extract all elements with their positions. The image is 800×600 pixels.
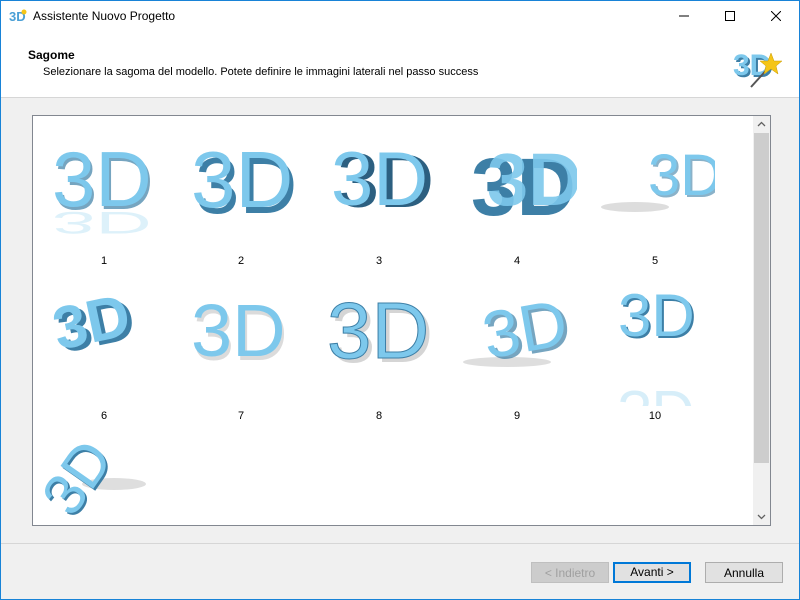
shape-label: 2 [237, 255, 245, 267]
shape-preview-icon: 3D 3D [191, 135, 297, 230]
maximize-button[interactable] [707, 1, 753, 31]
shape-label: 10 [648, 410, 662, 422]
shape-preview-icon: 3D 3D 3D [327, 286, 434, 380]
shape-label: 4 [513, 255, 521, 267]
close-icon [771, 11, 781, 21]
shape-preview-icon: 3D 3D [463, 285, 576, 375]
shape-item-6[interactable]: 3D 3D 6 [44, 276, 164, 424]
scroll-down-button[interactable] [753, 508, 770, 525]
minimize-icon [679, 15, 689, 17]
scroll-thumb[interactable] [754, 133, 769, 463]
shape-label: 7 [237, 410, 245, 422]
minimize-button[interactable] [661, 1, 707, 31]
header-separator [1, 97, 799, 98]
page-subtitle: Selezionare la sagoma del modello. Potet… [43, 66, 479, 78]
shape-item-8[interactable]: 3D 3D 3D 8 [319, 276, 439, 424]
svg-text:3D: 3D [191, 135, 293, 224]
shape-preview-icon: 3D 3D 3D [618, 282, 697, 406]
svg-text:3D: 3D [52, 205, 152, 240]
shape-preview-icon: 3D 3D [331, 137, 434, 224]
close-button[interactable] [753, 1, 799, 31]
shape-preview-icon: 3D 3D [471, 138, 577, 233]
svg-text:3D: 3D [618, 282, 695, 349]
svg-text:3D: 3D [648, 143, 715, 208]
shape-label: 9 [513, 410, 521, 422]
shape-label: 1 [100, 255, 108, 267]
vertical-scrollbar[interactable] [753, 116, 770, 525]
shape-preview-icon: 3D 3D [44, 428, 146, 526]
shape-preview-icon: 3D 3D 3D [52, 135, 154, 240]
shape-item-7[interactable]: 3D 3D 7 [181, 276, 301, 424]
shape-preview-icon: 3D 3D [601, 143, 715, 212]
shape-label: 3 [375, 255, 383, 267]
window-title: Assistente Nuovo Progetto [33, 9, 176, 23]
wizard-logo-icon: 3D 3D [733, 49, 783, 88]
chevron-up-icon [757, 121, 766, 127]
svg-text:3D: 3D [477, 285, 573, 373]
shape-item-9[interactable]: 3D 3D 9 [457, 276, 577, 424]
wizard-header: Sagome Selezionare la sagoma del modello… [1, 31, 799, 97]
next-button[interactable]: Avanti > [613, 562, 691, 583]
svg-text:3D: 3D [191, 289, 286, 372]
shape-preview-icon: 3D 3D [47, 281, 141, 366]
svg-text:3D: 3D [331, 137, 428, 222]
back-button[interactable]: < Indietro [531, 562, 609, 583]
title-bar[interactable]: 3D Assistente Nuovo Progetto [1, 1, 799, 31]
shape-item-2[interactable]: 3D 3D 2 [181, 121, 301, 269]
shape-list[interactable]: 3D 3D 3D 1 3D 3D 2 3D 3D 3 3D 3D 4 3 3D … [32, 115, 771, 526]
wizard-window: 3D Assistente Nuovo Progetto Sagome Sele… [0, 0, 800, 600]
shape-preview-icon: 3D 3D [191, 289, 288, 376]
shape-label: 6 [100, 410, 108, 422]
shape-item-11[interactable]: 3D 3D [44, 426, 164, 526]
svg-text:3D: 3D [618, 378, 695, 406]
svg-text:3D: 3D [327, 286, 429, 375]
shape-item-10[interactable]: 3D 3D 3D 10 [595, 276, 715, 424]
shape-label: 5 [651, 255, 659, 267]
footer-separator [1, 543, 799, 544]
chevron-down-icon [757, 514, 766, 520]
scroll-up-button[interactable] [753, 116, 770, 133]
app-3d-icon: 3D [9, 9, 27, 24]
page-title: Sagome [28, 48, 75, 62]
shape-item-1[interactable]: 3D 3D 3D 1 [44, 121, 164, 269]
shape-item-5[interactable]: 3D 3D 5 [595, 121, 715, 269]
maximize-icon [725, 11, 735, 21]
svg-text:3D: 3D [487, 138, 577, 221]
shape-item-3[interactable]: 3D 3D 3 [319, 121, 439, 269]
shape-item-4[interactable]: 3D 3D 4 [457, 121, 577, 269]
shape-label: 8 [375, 410, 383, 422]
cancel-button[interactable]: Annulla [705, 562, 783, 583]
svg-text:3D: 3D [44, 428, 125, 526]
